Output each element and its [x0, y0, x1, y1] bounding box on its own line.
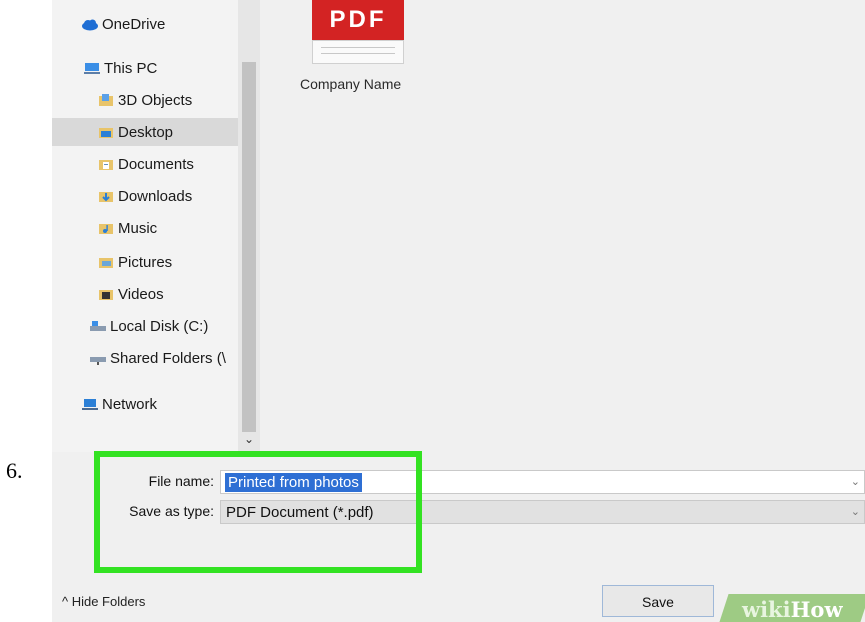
- nav-item-label: Documents: [118, 155, 194, 173]
- nav-item-label: Pictures: [118, 253, 173, 271]
- pdf-icon-page: [312, 40, 404, 64]
- music-folder-icon: [98, 221, 114, 235]
- drive-icon: [90, 319, 106, 333]
- step-number: 6.: [6, 458, 23, 483]
- nav-item-label: This PC: [104, 59, 158, 77]
- network-drive-icon: [90, 351, 106, 365]
- downloads-folder-icon: [98, 189, 114, 203]
- wikihow-logo-part1: wiki: [742, 597, 791, 622]
- navigation-pane: OneDrive This PC 3D Objects Desktop Docu…: [52, 0, 260, 452]
- network-icon: [82, 397, 98, 411]
- nav-item-shared-folders[interactable]: Shared Folders (\: [90, 344, 238, 372]
- 3d-objects-icon: [98, 93, 114, 107]
- nav-item-local-disk[interactable]: Local Disk (C:): [90, 312, 238, 340]
- scroll-thumb[interactable]: [242, 62, 256, 432]
- hide-folders-button[interactable]: ^ Hide Folders: [62, 594, 145, 609]
- chevron-down-icon[interactable]: ⌄: [851, 505, 860, 518]
- nav-item-downloads[interactable]: Downloads: [98, 182, 238, 210]
- nav-item-label: Videos: [118, 285, 164, 303]
- desktop-folder-icon: [98, 125, 114, 139]
- file-content-pane: PDF Company Name: [260, 0, 865, 452]
- pdf-icon-label: PDF: [312, 0, 404, 40]
- nav-item-label: Local Disk (C:): [110, 317, 209, 335]
- file-name-label[interactable]: Company Name: [300, 76, 401, 92]
- wikihow-logo: wikiHow: [742, 597, 843, 622]
- nav-item-network[interactable]: Network: [82, 390, 232, 418]
- nav-item-this-pc[interactable]: This PC: [84, 54, 234, 82]
- nav-item-label: OneDrive: [102, 15, 166, 33]
- nav-item-label: Music: [118, 219, 158, 237]
- videos-folder-icon: [98, 287, 114, 301]
- nav-item-label: Shared Folders (\: [110, 349, 226, 367]
- scroll-down-icon[interactable]: ⌄: [242, 432, 256, 452]
- documents-folder-icon: [98, 157, 114, 171]
- chevron-down-icon[interactable]: ⌄: [851, 475, 860, 488]
- nav-item-documents[interactable]: Documents: [98, 150, 238, 178]
- pictures-folder-icon: [98, 255, 114, 269]
- cloud-icon: [82, 17, 98, 31]
- nav-item-videos[interactable]: Videos: [98, 280, 238, 308]
- computer-icon: [84, 61, 100, 75]
- nav-item-label: Desktop: [118, 123, 174, 141]
- wikihow-logo-part2: How: [790, 597, 843, 622]
- nav-item-onedrive[interactable]: OneDrive: [82, 10, 232, 38]
- nav-item-label: 3D Objects: [118, 91, 193, 109]
- nav-item-desktop[interactable]: Desktop: [52, 118, 238, 146]
- highlight-box: [94, 451, 422, 573]
- pdf-file-icon[interactable]: PDF: [312, 0, 404, 64]
- nav-scrollbar[interactable]: ⌄: [238, 0, 260, 452]
- nav-item-pictures[interactable]: Pictures: [98, 248, 238, 276]
- nav-item-3d-objects[interactable]: 3D Objects: [98, 86, 238, 114]
- nav-item-music[interactable]: Music: [98, 214, 238, 242]
- save-button[interactable]: Save: [602, 585, 714, 617]
- nav-item-label: Downloads: [118, 187, 193, 205]
- nav-item-label: Network: [102, 395, 158, 413]
